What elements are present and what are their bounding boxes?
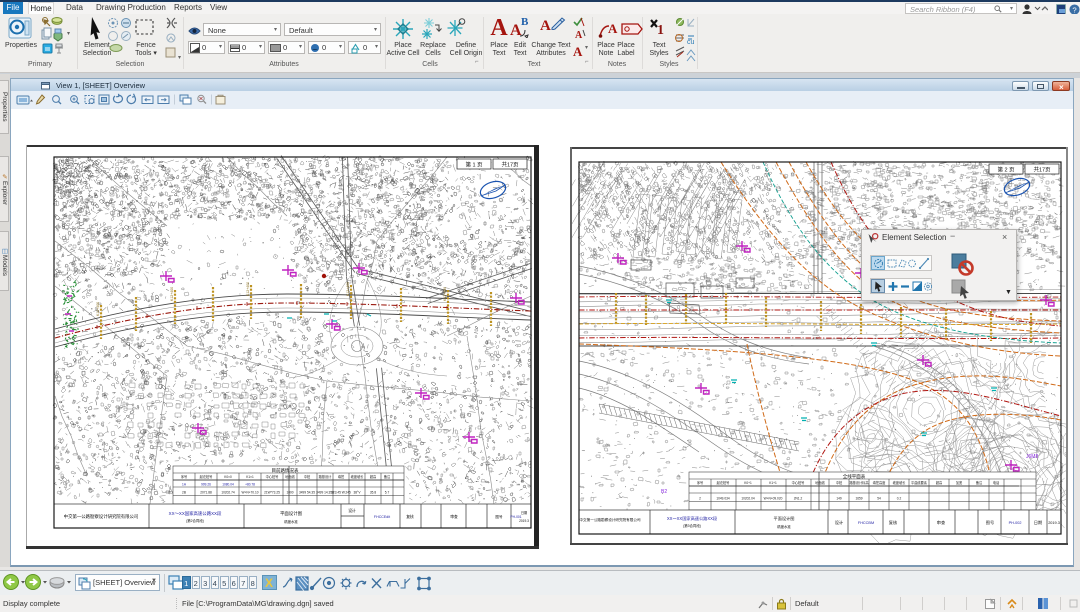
svg-text:中桩: 中桩	[836, 480, 843, 485]
svg-text:审查: 审查	[937, 519, 946, 526]
svg-text:序号: 序号	[181, 474, 187, 479]
svg-text:0.2: 0.2	[897, 497, 902, 501]
svg-text:54: 54	[877, 497, 881, 501]
svg-text:复核: 复核	[889, 519, 898, 526]
svg-text:路基设计标高: 路基设计标高	[849, 480, 868, 485]
svg-text:路基设计: 路基设计	[319, 474, 333, 479]
svg-text:2N1.2: 2N1.2	[794, 497, 803, 501]
svg-text:中桩: 中桩	[304, 474, 311, 479]
svg-text:地面线: 地面线	[815, 480, 825, 485]
svg-text:K12+400: K12+400	[346, 282, 350, 296]
svg-text:中心桩号: 中心桩号	[266, 474, 279, 479]
svg-text:W+N+09.020: W+N+09.020	[764, 497, 783, 501]
svg-text:FHCCEdit: FHCCEdit	[374, 515, 390, 519]
svg-text:3499 54.35: 3499 54.35	[299, 491, 315, 495]
svg-text:21W*73.25: 21W*73.25	[264, 491, 280, 495]
svg-text:起讫桩号: 起讫桩号	[200, 474, 213, 479]
svg-text:中交第一公路勘察设计研究院有限公司: 中交第一公路勘察设计研究院有限公司	[64, 513, 139, 520]
svg-text:PH-002: PH-002	[1009, 521, 1022, 525]
svg-text:审查: 审查	[450, 514, 458, 519]
svg-text:电话: 电话	[993, 480, 1000, 485]
svg-text:设计: 设计	[835, 519, 843, 526]
svg-text:149: 149	[836, 497, 842, 501]
svg-text:平曲线要素: 平曲线要素	[911, 480, 928, 485]
svg-text:中心桩号: 中心桩号	[792, 480, 805, 485]
svg-text:FHCCBM: FHCCBM	[858, 521, 874, 525]
svg-text:K0×0: K0×0	[224, 475, 232, 479]
svg-text:B2: B2	[661, 489, 667, 495]
svg-text:2019.3: 2019.3	[519, 519, 529, 523]
svg-text:K0+1: K0+1	[744, 481, 752, 485]
svg-text:2: 2	[699, 497, 701, 501]
svg-text:(第2合同段): (第2合同段)	[186, 518, 204, 523]
svg-text:目前路情况表: 目前路情况表	[272, 467, 299, 474]
svg-text:序号: 序号	[697, 480, 703, 485]
svg-text:备注: 备注	[976, 480, 983, 485]
svg-text:坡度坡长: 坡度坡长	[893, 480, 907, 485]
svg-text:加宽: 加宽	[956, 480, 963, 485]
svg-text:35.8: 35.8	[370, 491, 376, 495]
svg-text:1049.034: 1049.034	[716, 497, 730, 501]
svg-text:K12+400: K12+400	[96, 302, 100, 316]
svg-text:+80.78: +80.78	[245, 483, 255, 487]
svg-text:K12+400: K12+400	[443, 287, 447, 301]
svg-text:坡度坡长: 坡度坡长	[351, 474, 365, 479]
svg-text:共17页: 共17页	[501, 161, 519, 169]
svg-text:第 1 页: 第 1 页	[465, 161, 483, 169]
svg-text:A: A	[573, 44, 583, 59]
svg-text:10202.04: 10202.04	[741, 497, 755, 501]
svg-text:10202.74: 10202.74	[221, 491, 235, 495]
svg-text:起讫桩号: 起讫桩号	[717, 480, 730, 485]
svg-text:填挖高度: 填挖高度	[873, 480, 887, 485]
svg-text:K12+400: K12+400	[170, 287, 174, 301]
svg-text:J6M8: J6M8	[1026, 454, 1038, 460]
svg-text:超高: 超高	[936, 480, 942, 485]
svg-text:5.7: 5.7	[385, 491, 390, 495]
svg-text:第 2 页: 第 2 页	[997, 166, 1015, 174]
svg-text:设计: 设计	[348, 508, 356, 513]
svg-text:1000: 1000	[286, 491, 293, 495]
svg-text:全线平面表: 全线平面表	[843, 473, 866, 480]
svg-text:1: 1	[657, 23, 664, 38]
svg-text:日期: 日期	[521, 510, 527, 515]
svg-text:38°V: 38°V	[354, 491, 362, 495]
svg-text:超高: 超高	[370, 474, 376, 479]
svg-text:A: A	[608, 21, 618, 36]
svg-text:2071.88: 2071.88	[200, 491, 212, 495]
svg-text:中交第一公路勘察设计研究院有限公司: 中交第一公路勘察设计研究院有限公司	[579, 517, 640, 522]
svg-text:2B: 2B	[182, 491, 186, 495]
svg-text:备注: 备注	[384, 474, 391, 479]
svg-text:精度水准: 精度水准	[777, 524, 791, 529]
svg-text:A: A	[575, 30, 583, 41]
svg-text:共17页: 共17页	[1033, 166, 1051, 174]
svg-text:W+N+70.10: W+N+70.10	[241, 491, 258, 495]
svg-text:填挖: 填挖	[338, 474, 345, 479]
svg-text:K12+400: K12+400	[246, 282, 250, 296]
svg-text:地面线: 地面线	[285, 474, 295, 479]
svg-text:复核: 复核	[406, 514, 414, 519]
svg-text:K1+1: K1+1	[769, 481, 777, 485]
svg-text:平面设计图: 平面设计图	[774, 515, 795, 522]
svg-text:123.45 W.245: 123.45 W.245	[331, 491, 351, 495]
svg-text:精度水准: 精度水准	[284, 519, 298, 524]
svg-text:平面设计图: 平面设计图	[280, 510, 303, 517]
svg-text:?: ?	[1072, 5, 1076, 14]
svg-text:1080.04: 1080.04	[222, 483, 234, 487]
svg-text:XX～XX国家高速公路XX段: XX～XX国家高速公路XX段	[667, 515, 718, 522]
svg-text:图号: 图号	[495, 514, 503, 519]
svg-text:999.26: 999.26	[201, 483, 211, 487]
svg-text:(第3合同段): (第3合同段)	[683, 523, 701, 528]
svg-text:K1×1: K1×1	[246, 475, 254, 479]
svg-text:1659: 1659	[855, 497, 862, 501]
svg-text:2019.3: 2019.3	[1048, 521, 1060, 525]
svg-text:XX～XX国家高速公路XX段: XX～XX国家高速公路XX段	[169, 510, 222, 517]
svg-text:cu: cu	[687, 39, 695, 46]
